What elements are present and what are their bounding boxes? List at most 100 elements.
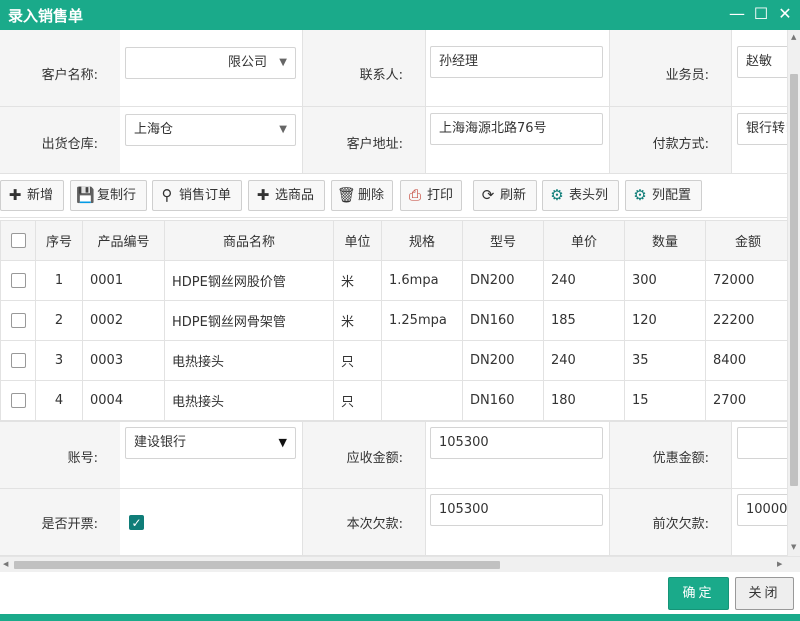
table-row[interactable]: 3 0003 电热接头 只 DN200 240 35 8400 xyxy=(0,340,787,381)
column-header[interactable]: 单位 xyxy=(333,220,382,261)
account-label-cell: 账号: xyxy=(0,422,120,488)
account-select[interactable]: 建设银行 ▼ xyxy=(125,427,296,459)
receivable-label: 应收金额: xyxy=(346,451,403,466)
form-row-customer: 客户名称: 联系人: 业务员: 限公司 ▼ 孙经理 赵敏 xyxy=(0,30,787,107)
select-product-button-label: 选商品 xyxy=(275,188,315,203)
close-button[interactable]: 关闭 xyxy=(735,577,794,610)
column-config-button[interactable]: ⚙ 列配置 xyxy=(625,180,702,211)
account-value: 建设银行 xyxy=(134,435,187,450)
minimize-icon[interactable]: — xyxy=(728,5,746,23)
ok-button[interactable]: 确定 xyxy=(668,577,729,610)
scroll-right-icon[interactable]: ▶ xyxy=(777,560,782,568)
column-header[interactable]: 商品名称 xyxy=(164,220,334,261)
divider xyxy=(731,422,732,488)
horizontal-scroll-thumb[interactable] xyxy=(14,561,500,569)
select-product-button[interactable]: ✚ 选商品 xyxy=(248,180,325,211)
column-header[interactable]: 规格 xyxy=(381,220,463,261)
horizontal-scrollbar[interactable]: ◀ ▶ xyxy=(0,556,800,572)
gear-icon: ⚙ xyxy=(550,186,564,204)
discount-label: 优惠金额: xyxy=(652,451,709,466)
contact-label: 联系人: xyxy=(359,68,403,83)
divider xyxy=(731,30,732,106)
column-header[interactable]: 产品编号 xyxy=(82,220,165,261)
salesperson-input[interactable]: 赵敏 xyxy=(737,46,787,78)
row-checkbox[interactable] xyxy=(10,273,26,288)
form-row-account: 账号: 应收金额: 优惠金额: 建设银行 ▼ 105300 xyxy=(0,421,787,489)
customer-value: 限公司 xyxy=(227,55,267,70)
table-cell: 米 xyxy=(333,300,382,341)
printer-icon: ⎙ xyxy=(408,186,421,204)
sales-order-button[interactable]: ⚲ 销售订单 xyxy=(152,180,242,211)
table-cell: 15 xyxy=(624,380,706,421)
divider xyxy=(425,489,426,555)
table-cell: 1.6mpa xyxy=(381,260,463,301)
prev-debt-input[interactable]: 10000 xyxy=(737,494,787,526)
column-header[interactable]: 金额 xyxy=(705,220,787,261)
row-checkbox[interactable] xyxy=(10,353,26,368)
add-button[interactable]: ✚ 新增 xyxy=(0,180,64,211)
payment-input[interactable]: 银行转! xyxy=(737,113,787,145)
discount-input[interactable] xyxy=(737,427,787,459)
table-cell: 72000 xyxy=(705,260,787,301)
form-row-warehouse: 出货仓库: 客户地址: 付款方式: 上海仓 ▼ 上海海源北路76号 银行转! xyxy=(0,107,787,174)
dropdown-arrow-icon: ▼ xyxy=(279,57,287,68)
warehouse-select[interactable]: 上海仓 ▼ xyxy=(125,114,296,146)
table-row[interactable]: 2 0002 HDPE钢丝网骨架管 米 1.25mpa DN160 185 12… xyxy=(0,300,787,341)
table-cell: 300 xyxy=(624,260,706,301)
print-button[interactable]: ⎙ 打印 xyxy=(400,180,462,211)
save-icon: 💾 xyxy=(76,186,95,204)
row-select-cell xyxy=(0,300,36,341)
vertical-scroll-thumb[interactable] xyxy=(790,74,798,486)
scroll-up-icon[interactable]: ▲ xyxy=(791,33,796,41)
customer-select[interactable]: 限公司 ▼ xyxy=(125,47,296,79)
table-row[interactable]: 4 0004 电热接头 只 DN160 180 15 2700 xyxy=(0,380,787,421)
current-debt-label-cell: 本次欠款: xyxy=(303,489,425,555)
header-columns-button[interactable]: ⚙ 表头列 xyxy=(542,180,619,211)
current-debt-input[interactable]: 105300 xyxy=(430,494,603,526)
close-icon[interactable]: ✕ xyxy=(776,5,794,23)
delete-button[interactable]: 🗑 删除 xyxy=(331,180,393,211)
table-cell: 8400 xyxy=(705,340,787,381)
table-row[interactable]: 1 0001 HDPE钢丝网股价管 米 1.6mpa DN200 240 300… xyxy=(0,260,787,301)
column-header[interactable]: 数量 xyxy=(624,220,706,261)
select-all-checkbox[interactable] xyxy=(10,233,26,248)
sales-order-button-label: 销售订单 xyxy=(179,188,232,203)
refresh-button[interactable]: ⟳ 刷新 xyxy=(473,180,537,211)
scroll-down-icon[interactable]: ▼ xyxy=(791,543,796,551)
invoice-checkbox[interactable]: ✓ xyxy=(129,515,144,530)
customer-label-cell: 客户名称: xyxy=(0,30,120,106)
warehouse-label: 出货仓库: xyxy=(41,137,98,152)
column-header[interactable]: 单价 xyxy=(543,220,625,261)
row-checkbox[interactable] xyxy=(10,313,26,328)
salesperson-label-cell: 业务员: xyxy=(610,30,731,106)
scroll-left-icon[interactable]: ◀ xyxy=(3,560,8,568)
salesperson-label: 业务员: xyxy=(665,68,709,83)
account-label: 账号: xyxy=(67,451,98,466)
contact-label-cell: 联系人: xyxy=(303,30,425,106)
warehouse-value: 上海仓 xyxy=(134,122,174,137)
header-columns-button-label: 表头列 xyxy=(569,188,609,203)
row-checkbox[interactable] xyxy=(10,393,26,408)
table-cell xyxy=(381,380,463,421)
table-cell: 2 xyxy=(35,300,83,341)
contact-input[interactable]: 孙经理 xyxy=(430,46,603,78)
copy-row-button[interactable]: 💾 复制行 xyxy=(70,180,147,211)
vertical-scrollbar[interactable]: ▲ ▼ xyxy=(787,30,800,556)
address-input[interactable]: 上海海源北路76号 xyxy=(430,113,603,145)
divider xyxy=(425,107,426,173)
table-cell: 120 xyxy=(624,300,706,341)
column-header[interactable]: 序号 xyxy=(35,220,83,261)
divider xyxy=(731,107,732,173)
table-cell: 电热接头 xyxy=(164,380,334,421)
print-button-label: 打印 xyxy=(427,188,454,203)
table-cell: 185 xyxy=(543,300,625,341)
copy-row-button-label: 复制行 xyxy=(97,188,137,203)
table-cell: DN200 xyxy=(462,340,544,381)
table-cell: 3 xyxy=(35,340,83,381)
receivable-input[interactable]: 105300 xyxy=(430,427,603,459)
column-header[interactable]: 型号 xyxy=(462,220,544,261)
address-label: 客户地址: xyxy=(346,137,403,152)
table-cell: 只 xyxy=(333,340,382,381)
maximize-icon[interactable]: ☐ xyxy=(752,5,770,23)
grid-header-row: 序号 产品编号 商品名称 单位 规格 型号 单价 数量 金额 xyxy=(0,220,787,261)
